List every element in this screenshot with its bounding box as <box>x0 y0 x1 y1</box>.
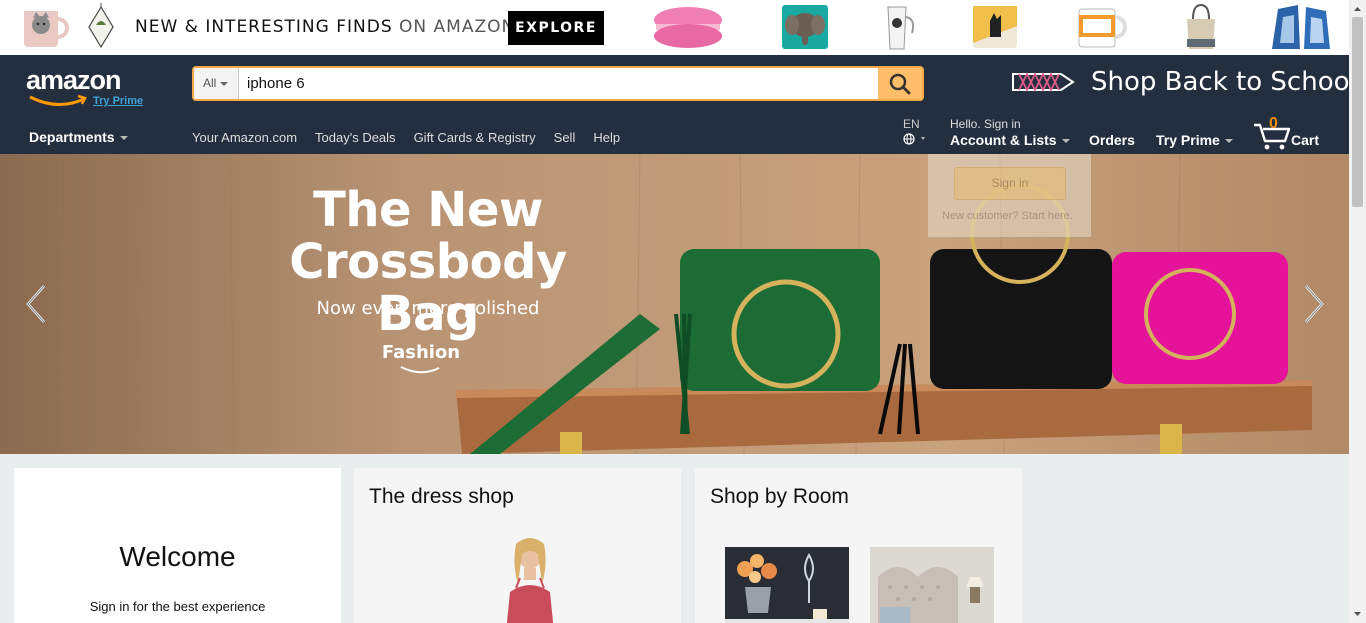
start-here-link[interactable]: Start here. <box>1021 210 1072 222</box>
hero-background-image <box>0 154 1349 454</box>
logo-try-prime-link[interactable]: Try Prime <box>93 95 143 107</box>
pencil-icon <box>1012 71 1075 93</box>
cat-tumbler-icon <box>887 6 915 50</box>
hero-title-line1: The New <box>313 182 543 238</box>
carousel-next-arrow[interactable] <box>1298 284 1328 324</box>
pyramid-planter-icon <box>88 3 114 49</box>
promo-headline-bold: NEW & INTERESTING FINDS <box>135 17 393 37</box>
nav-link-your-amazon[interactable]: Your Amazon.com <box>192 130 297 145</box>
back-to-school-banner[interactable]: Shop Back to School <box>1011 67 1349 97</box>
cart-label: Cart <box>1291 132 1320 148</box>
nav-link-todays-deals[interactable]: Today's Deals <box>315 130 396 145</box>
cart-count: 0 <box>1269 115 1278 132</box>
amazon-smile-icon <box>400 366 440 374</box>
search-input[interactable] <box>240 68 880 99</box>
elephant-pillow-icon <box>782 5 828 49</box>
scrollbar-thumb[interactable] <box>1352 17 1363 207</box>
chevron-down-icon <box>1061 139 1070 144</box>
chevron-down-icon <box>119 136 128 141</box>
room-thumbnail-bedroom[interactable] <box>870 547 994 623</box>
shop-by-room-card[interactable]: Shop by Room <box>695 468 1022 623</box>
carousel-prev-arrow[interactable] <box>22 284 52 324</box>
search-button[interactable] <box>878 68 922 99</box>
dress-shop-title: The dress shop <box>369 485 514 508</box>
nav-row: Departments Your Amazon.com Today's Deal… <box>0 115 1349 150</box>
amazon-home-page: NEW & INTERESTING FINDS ON AMAZON EXPLOR… <box>0 0 1349 623</box>
dress-model-image <box>506 538 554 623</box>
dining-room-image <box>725 547 849 623</box>
hero-brand-text: Fashion <box>381 342 461 363</box>
logo-text: amazon <box>26 65 122 95</box>
search-bar: All <box>192 66 924 101</box>
scroll-up-arrow-icon[interactable] <box>1349 0 1366 17</box>
departments-label: Departments <box>29 129 115 145</box>
cat-mug-icon <box>24 11 69 47</box>
language-code: EN <box>903 117 920 131</box>
promo-headline: NEW & INTERESTING FINDS ON AMAZON <box>135 17 515 37</box>
welcome-subtitle: Sign in for the best experience <box>89 599 266 614</box>
account-menu[interactable]: Hello. Sign in Account & Lists <box>950 117 1070 148</box>
departments-menu[interactable]: Departments <box>29 129 128 145</box>
amazon-logo[interactable]: amazon Try Prime <box>26 65 143 107</box>
room-thumbnail-dining[interactable] <box>725 547 849 623</box>
geode-bookends-icon <box>1272 5 1330 49</box>
search-category-dropdown[interactable]: All <box>194 68 239 99</box>
pill-bottle-mug-icon <box>1078 8 1127 48</box>
chevron-down-icon <box>220 81 229 86</box>
flyout-signin-button[interactable]: Sign in <box>954 167 1066 200</box>
amazon-smile-icon <box>29 95 87 106</box>
shop-by-room-title: Shop by Room <box>710 485 849 508</box>
account-lists-label: Account & Lists <box>950 132 1057 148</box>
welcome-title: Welcome <box>119 541 236 572</box>
try-prime-label: Try Prime <box>1156 132 1220 148</box>
welcome-card: Welcome Sign in for the best experience <box>14 468 341 623</box>
account-greeting: Hello. Sign in <box>950 117 1021 131</box>
scroll-down-arrow-icon[interactable] <box>1349 606 1366 623</box>
flyout-new-customer: New customer? Start here. <box>942 210 1073 222</box>
nav-link-sell[interactable]: Sell <box>554 130 576 145</box>
search-category-label: All <box>203 76 217 90</box>
cart-link[interactable]: 0 Cart <box>1253 115 1323 155</box>
signin-flyout: Sign in New customer? Start here. <box>928 154 1091 237</box>
macaron-pillow-icon <box>654 7 722 48</box>
orders-link[interactable]: Orders <box>1089 132 1135 148</box>
dress-shop-card[interactable]: The dress shop <box>354 468 681 623</box>
chevron-down-icon <box>1224 139 1233 144</box>
nav-link-help[interactable]: Help <box>593 130 620 145</box>
new-customer-text: New customer? <box>942 210 1019 222</box>
hero-brand: Fashion <box>361 342 481 375</box>
lunch-bag-icon <box>1187 3 1215 49</box>
globe-icon <box>903 133 929 148</box>
hero-carousel[interactable]: The New Crossbody Bag Now even more poli… <box>0 154 1349 454</box>
back-to-school-text: Shop Back to School <box>1091 67 1349 97</box>
nav-link-gift-cards[interactable]: Gift Cards & Registry <box>414 130 536 145</box>
search-icon <box>889 73 911 94</box>
hero-title-line2: Crossbody Bag <box>289 234 567 342</box>
promo-headline-light: ON AMAZON <box>399 17 516 37</box>
top-nav-header: amazon Try Prime All iphone 6 Shop Back … <box>0 55 1349 154</box>
language-selector[interactable]: EN <box>903 117 929 148</box>
page-scrollbar[interactable] <box>1349 0 1366 623</box>
cat-pillow-icon <box>973 6 1017 48</box>
try-prime-menu[interactable]: Try Prime <box>1156 132 1233 148</box>
hero-subtitle: Now even more polished <box>316 298 540 319</box>
promo-banner[interactable]: NEW & INTERESTING FINDS ON AMAZON EXPLOR… <box>0 0 1349 55</box>
nav-links: Your Amazon.com Today's Deals Gift Cards… <box>192 130 620 145</box>
bedroom-image <box>870 547 994 623</box>
explore-button[interactable]: EXPLORE <box>508 11 604 45</box>
